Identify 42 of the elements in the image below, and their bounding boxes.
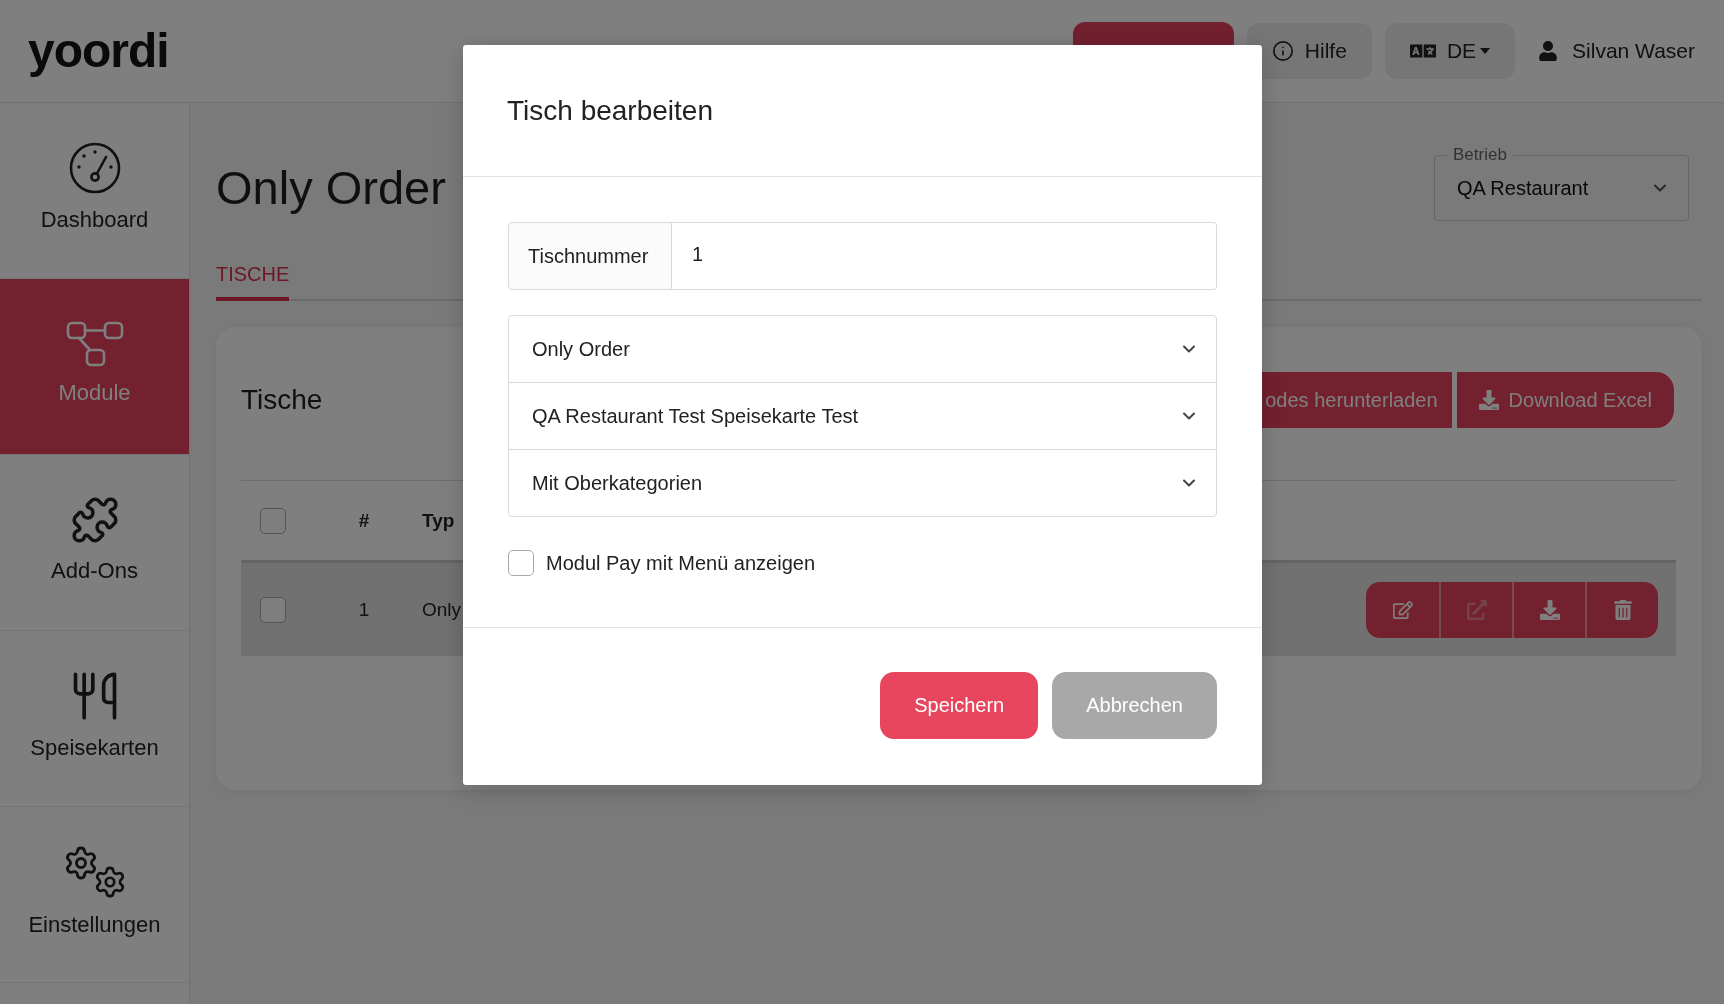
select-dropdown[interactable]: Mit Oberkategorien (508, 449, 1217, 517)
sidebar-item[interactable]: Speisekarten (0, 631, 189, 807)
user-menu-button[interactable]: Silvan Waser (1538, 39, 1695, 63)
checkbox[interactable] (260, 596, 286, 623)
checkbox-label: Modul Pay mit Menü anzeigen (546, 551, 816, 575)
table-cell: Only (422, 598, 462, 621)
column-header: # (358, 509, 370, 532)
delete-button[interactable] (1585, 581, 1658, 638)
table-cell: 1 (358, 598, 370, 621)
edit-icon (1392, 599, 1413, 620)
save-button[interactable]: Speichern (880, 672, 1039, 739)
select-dropdown[interactable]: QA Restaurant Test Speisekarte Test (508, 382, 1217, 450)
card-title: Tische (241, 384, 323, 416)
header-button[interactable] (1072, 22, 1234, 45)
trash-icon (1612, 599, 1633, 620)
download-button[interactable] (1512, 581, 1585, 638)
tab[interactable]: TISCHE (216, 251, 290, 301)
input-field[interactable]: 1 (672, 222, 1217, 290)
user-icon (1538, 41, 1559, 61)
action-button[interactable]: odes herunterladen (1261, 372, 1452, 428)
info-icon (1271, 40, 1294, 62)
checkbox[interactable] (508, 550, 534, 576)
cancel-button[interactable]: Abbrechen (1052, 672, 1217, 739)
column-header: Typ (422, 509, 455, 532)
dialog-title: Tisch bearbeiten (507, 94, 713, 127)
field-label: Tischnummer (508, 222, 672, 290)
download-button[interactable]: Download Excel (1456, 372, 1674, 428)
download-icon (1478, 390, 1499, 410)
checkbox[interactable] (260, 507, 286, 534)
help-button[interactable]: Hilfe (1246, 23, 1372, 79)
logo: yoordi (28, 24, 169, 78)
edit-button[interactable] (1366, 581, 1439, 638)
sidebar-item[interactable]: Einstellungen (0, 807, 189, 983)
page-title: Only Order (216, 159, 446, 216)
flowchart-icon (65, 321, 124, 367)
select-dropdown[interactable]: Only Order (508, 315, 1217, 383)
gauge-icon (68, 142, 121, 194)
caret-icon (1480, 48, 1491, 54)
puzzle-icon (69, 495, 120, 545)
sidebar-item[interactable]: Add-Ons (0, 455, 189, 631)
download-icon (1539, 599, 1560, 620)
sidebar-item[interactable]: Module (0, 279, 189, 455)
